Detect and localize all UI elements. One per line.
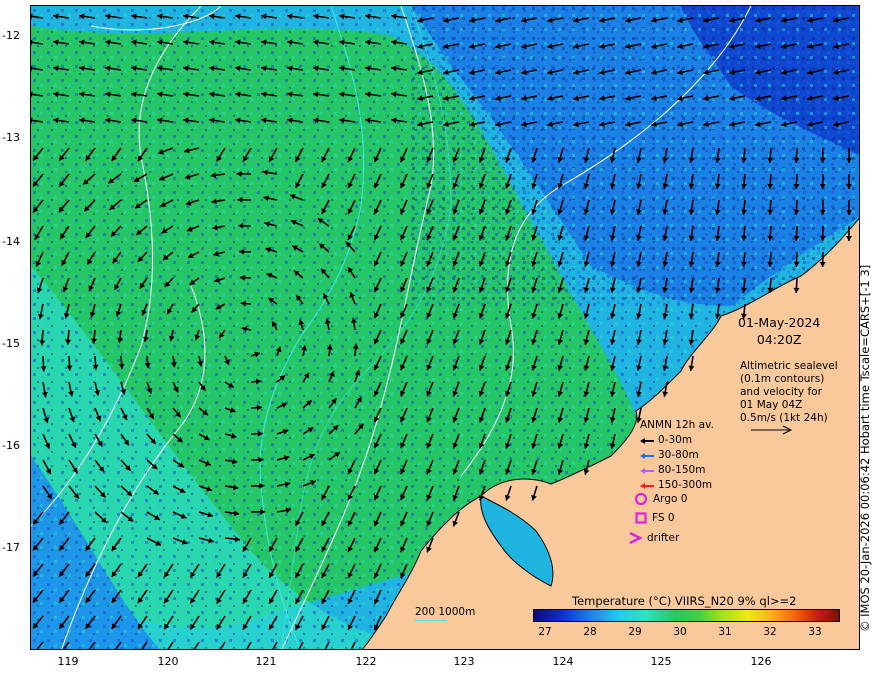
altimetry-line: 01 May 04Z: [740, 399, 803, 411]
lat-tick-label: -16: [2, 439, 20, 452]
drifter-label: drifter: [647, 532, 680, 544]
lon-tick-label: 120: [157, 655, 179, 668]
drifter-legend: drifter: [628, 532, 679, 544]
time-label: 04:20Z: [756, 332, 802, 347]
altimetry-line: Altimetric sealevel: [740, 360, 838, 372]
current-legend-title: ANMN 12h av.: [640, 419, 714, 431]
legend-item-label: 150-300m: [658, 479, 713, 491]
altimetry-description: Altimetric sealevel (0.1m contours) and …: [740, 360, 838, 425]
lon-tick-label: 125: [650, 655, 672, 668]
date-time-block: 01-May-2024 04:20Z: [738, 314, 820, 348]
velocity-arrowhead: [112, 649, 117, 650]
velocity-arrowhead: [85, 649, 90, 650]
credit-text: © IMOS 20-Jan-2026 00:06:42 Hobart time …: [858, 264, 872, 632]
legend-item-label: 80-150m: [658, 464, 706, 476]
lat-tick-label: -15: [2, 337, 20, 350]
velocity-arrowhead: [59, 648, 61, 649]
colorbar-title: Temperature (°C) VIIRS_N20 9% ql>=2: [572, 594, 797, 608]
lat-tick-label: -14: [2, 235, 20, 248]
lon-tick-label: 122: [355, 655, 377, 668]
lon-tick-label: 119: [57, 655, 79, 668]
legend-item-label: 0-30m: [658, 434, 693, 446]
legend-item: 80-150m: [640, 463, 714, 478]
legend-item-label: 30-80m: [658, 449, 699, 461]
colorbar-label: 31: [718, 626, 732, 638]
map-area[interactable]: [30, 5, 860, 650]
arrow-icon: [640, 452, 654, 459]
colorbar: [533, 609, 840, 622]
colorbar-label: 29: [628, 626, 642, 638]
lon-tick-label: 126: [750, 655, 772, 668]
chevron-marker-icon: [629, 532, 642, 544]
arrow-icon: [640, 467, 654, 474]
colorbar-label: 30: [673, 626, 687, 638]
circle-marker-icon: [634, 492, 648, 506]
lon-tick-label: 121: [255, 655, 277, 668]
colorbar-label: 33: [808, 626, 822, 638]
colorbar-label: 28: [583, 626, 597, 638]
date-label: 01-May-2024: [738, 315, 821, 330]
legend-item: 150-300m: [640, 478, 714, 493]
current-legend: ANMN 12h av. 0-30m 30-80m 80-150m 150-30…: [640, 418, 714, 493]
bathymetry-legend: 200 1000m: [415, 606, 476, 618]
bathymetry-legend-line: [415, 620, 447, 621]
altimetry-line: 0.5m/s (1kt 24h): [740, 412, 828, 424]
fs-label: FS 0: [652, 512, 675, 524]
lon-tick-label: 124: [552, 655, 574, 668]
lat-tick-label: -12: [2, 29, 20, 42]
legend-item: 30-80m: [640, 448, 714, 463]
arrow-icon: [640, 482, 654, 489]
argo-legend: Argo 0: [634, 492, 687, 506]
lat-tick-label: -13: [2, 131, 20, 144]
altimetry-line: and velocity for: [740, 386, 822, 398]
altimetry-line: (0.1m contours): [740, 373, 825, 385]
reference-arrow-icon: [751, 425, 793, 435]
colorbar-label: 27: [538, 626, 552, 638]
legend-item: 0-30m: [640, 433, 714, 448]
arrow-icon: [640, 437, 654, 444]
colorbar-label: 32: [763, 626, 777, 638]
square-marker-icon: [635, 512, 647, 524]
argo-label: Argo 0: [653, 493, 688, 505]
lon-tick-label: 123: [453, 655, 475, 668]
lat-tick-label: -17: [2, 541, 20, 554]
sst-map: [31, 6, 859, 650]
fs-legend: FS 0: [635, 512, 675, 524]
velocity-arrowhead: [138, 649, 143, 650]
